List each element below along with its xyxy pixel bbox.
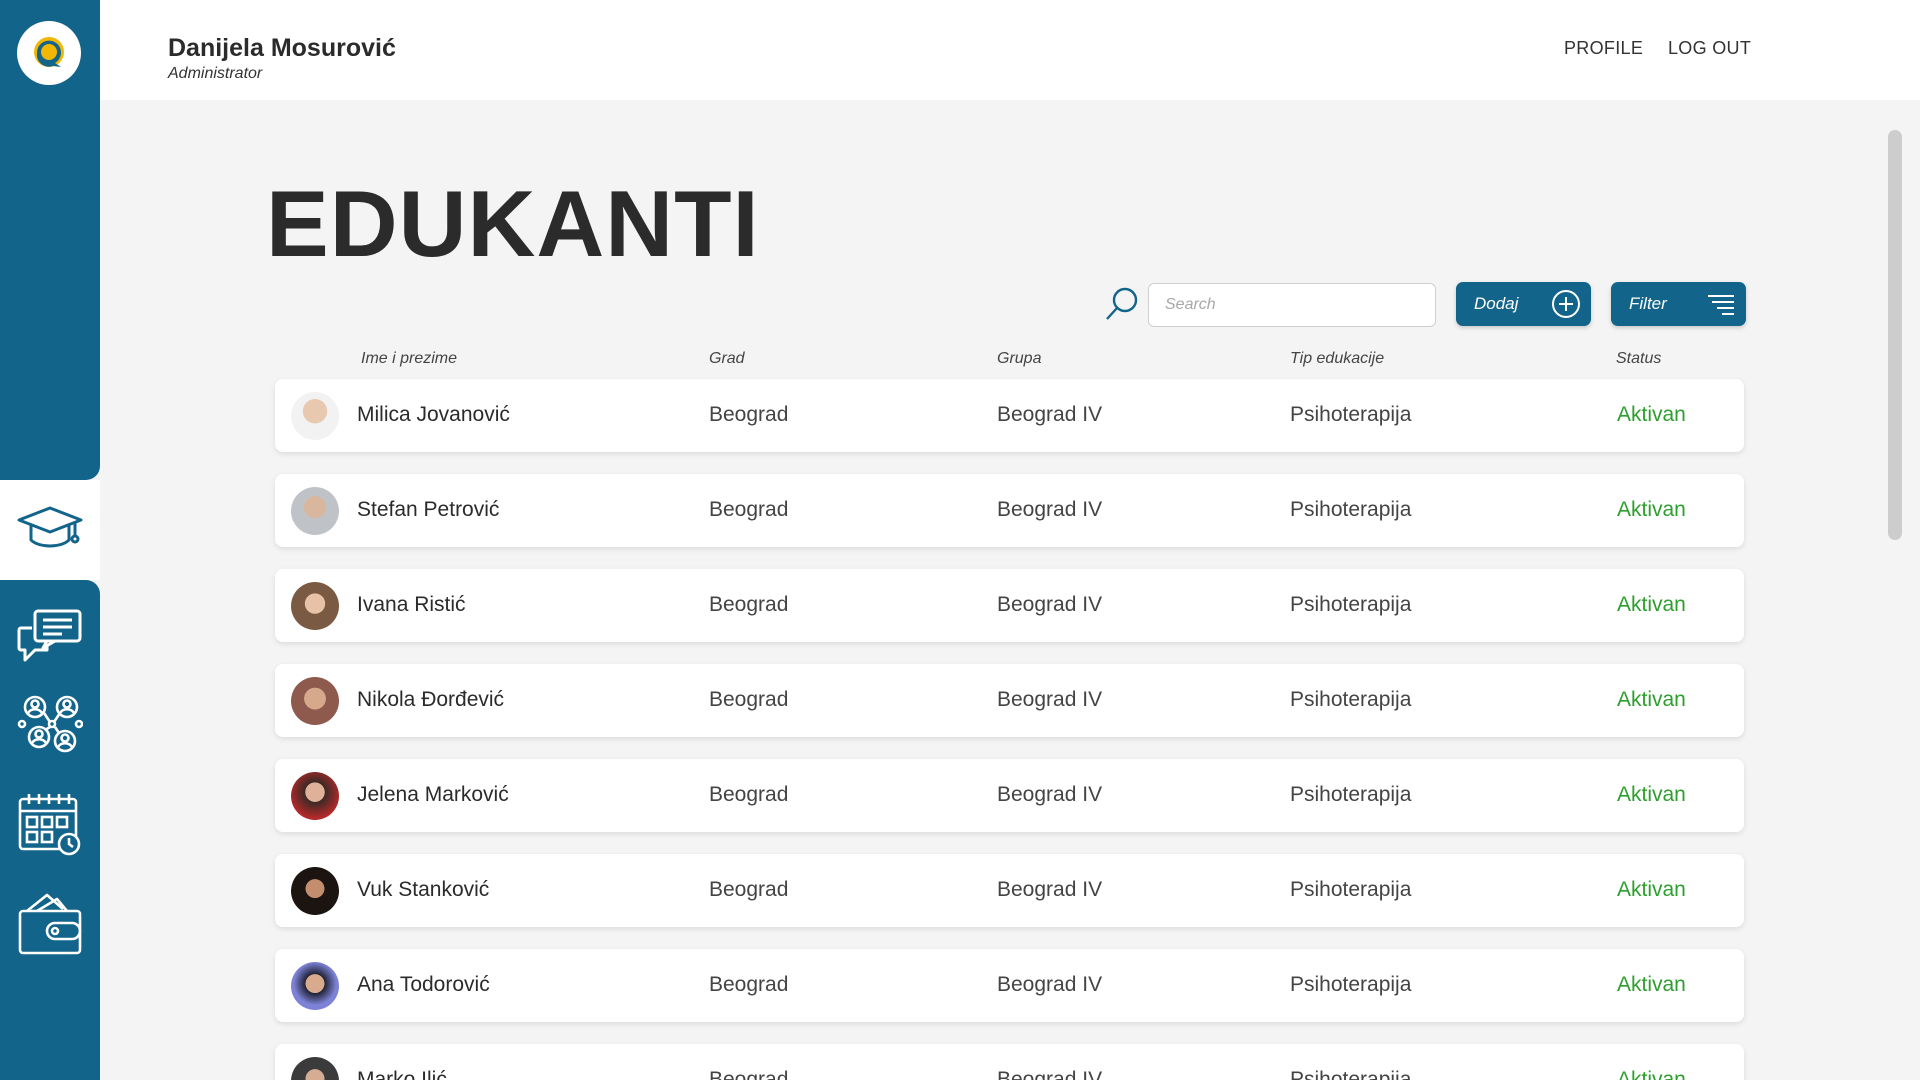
- column-header-name[interactable]: Ime i prezime: [361, 350, 457, 368]
- sidebar-active-slot: [0, 480, 100, 580]
- sidebar-item-edukanti[interactable]: [15, 498, 85, 562]
- app-logo[interactable]: [17, 21, 81, 85]
- add-button[interactable]: Dodaj: [1456, 282, 1591, 326]
- row-grad: Beograd: [709, 973, 789, 996]
- status-badge: Aktivan: [1617, 403, 1686, 426]
- nav-profile-link[interactable]: PROFILE: [1564, 38, 1643, 59]
- graduation-cap-icon: [17, 506, 83, 548]
- avatar: [291, 487, 339, 535]
- filter-button-label: Filter: [1629, 294, 1667, 313]
- row-grupa: Beograd IV: [997, 593, 1103, 616]
- table-row[interactable]: Milica Jovanović Beograd Beograd IV Psih…: [275, 379, 1744, 452]
- filter-button[interactable]: Filter: [1611, 282, 1746, 326]
- avatar: [291, 772, 339, 820]
- chat-bubble-logo-icon: [34, 37, 64, 67]
- row-grad: Beograd: [709, 403, 789, 426]
- row-tip: Psihoterapija: [1290, 593, 1412, 616]
- row-name: Ivana Ristić: [357, 593, 466, 616]
- chat-bubbles-icon: [17, 609, 82, 662]
- row-tip: Psihoterapija: [1290, 498, 1412, 521]
- row-name: Milica Jovanović: [357, 403, 510, 426]
- sidebar-item-payments[interactable]: [15, 892, 85, 956]
- row-name: Nikola Đorđević: [357, 688, 505, 711]
- people-network-icon: [17, 695, 83, 753]
- column-header-status[interactable]: Status: [1616, 350, 1661, 368]
- row-grupa: Beograd IV: [997, 973, 1103, 996]
- row-tip: Psihoterapija: [1290, 973, 1412, 996]
- row-grupa: Beograd IV: [997, 498, 1103, 521]
- row-grad: Beograd: [709, 783, 789, 806]
- row-tip: Psihoterapija: [1290, 688, 1412, 711]
- scrollbar-thumb[interactable]: [1888, 130, 1902, 540]
- status-badge: Aktivan: [1617, 498, 1686, 521]
- table-row[interactable]: Stefan Petrović Beograd Beograd IV Psiho…: [275, 474, 1744, 547]
- status-badge: Aktivan: [1617, 878, 1686, 901]
- page-title: EDUKANTI: [266, 171, 760, 276]
- sidebar-item-groups[interactable]: [15, 692, 85, 756]
- table-row[interactable]: Marko Ilić Beograd Beograd IV Psihoterap…: [275, 1044, 1744, 1080]
- column-header-tip[interactable]: Tip edukacije: [1290, 350, 1384, 368]
- sidebar-item-calendar[interactable]: [15, 792, 85, 856]
- row-name: Jelena Marković: [357, 783, 509, 806]
- status-badge: Aktivan: [1617, 783, 1686, 806]
- user-role: Administrator: [168, 65, 263, 82]
- row-tip: Psihoterapija: [1290, 403, 1412, 426]
- avatar: [291, 392, 339, 440]
- row-tip: Psihoterapija: [1290, 878, 1412, 901]
- row-grupa: Beograd IV: [997, 688, 1103, 711]
- row-grupa: Beograd IV: [997, 403, 1103, 426]
- filter-lines-icon: [1708, 295, 1734, 315]
- table-row[interactable]: Nikola Đorđević Beograd Beograd IV Psiho…: [275, 664, 1744, 737]
- user-name: Danijela Mosurović: [168, 34, 396, 62]
- row-grad: Beograd: [709, 1068, 789, 1080]
- row-name: Marko Ilić: [357, 1068, 447, 1080]
- table-row[interactable]: Jelena Marković Beograd Beograd IV Psiho…: [275, 759, 1744, 832]
- row-name: Ana Todorović: [357, 973, 490, 996]
- search-input[interactable]: [1148, 283, 1436, 327]
- row-tip: Psihoterapija: [1290, 783, 1412, 806]
- table-row[interactable]: Ivana Ristić Beograd Beograd IV Psihoter…: [275, 569, 1744, 642]
- column-header-grad[interactable]: Grad: [709, 350, 745, 368]
- avatar: [291, 582, 339, 630]
- table-row[interactable]: Vuk Stanković Beograd Beograd IV Psihote…: [275, 854, 1744, 927]
- row-tip: Psihoterapija: [1290, 1068, 1412, 1080]
- sidebar-bottom: [0, 580, 100, 1080]
- row-grad: Beograd: [709, 688, 789, 711]
- row-grad: Beograd: [709, 593, 789, 616]
- status-badge: Aktivan: [1617, 973, 1686, 996]
- wallet-icon: [18, 893, 82, 955]
- row-grupa: Beograd IV: [997, 783, 1103, 806]
- avatar: [291, 962, 339, 1010]
- calendar-clock-icon: [18, 794, 81, 856]
- sidebar-top: [0, 0, 100, 480]
- sidebar-item-messages[interactable]: [15, 604, 85, 668]
- avatar: [291, 867, 339, 915]
- status-badge: Aktivan: [1617, 1068, 1686, 1080]
- row-name: Vuk Stanković: [357, 878, 490, 901]
- row-grad: Beograd: [709, 878, 789, 901]
- add-button-label: Dodaj: [1474, 294, 1519, 313]
- nav-logout-link[interactable]: LOG OUT: [1668, 38, 1751, 59]
- table-row[interactable]: Ana Todorović Beograd Beograd IV Psihote…: [275, 949, 1744, 1022]
- row-name: Stefan Petrović: [357, 498, 500, 521]
- avatar: [291, 1057, 339, 1080]
- status-badge: Aktivan: [1617, 688, 1686, 711]
- avatar: [291, 677, 339, 725]
- row-grad: Beograd: [709, 498, 789, 521]
- row-grupa: Beograd IV: [997, 1068, 1103, 1080]
- plus-circle-icon: [1552, 290, 1580, 318]
- search-icon[interactable]: [1104, 286, 1140, 322]
- row-grupa: Beograd IV: [997, 878, 1103, 901]
- status-badge: Aktivan: [1617, 593, 1686, 616]
- column-header-grupa[interactable]: Grupa: [997, 350, 1041, 368]
